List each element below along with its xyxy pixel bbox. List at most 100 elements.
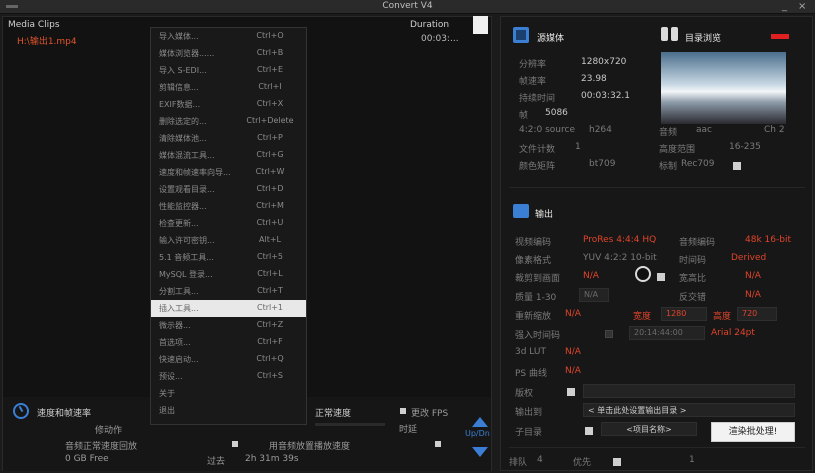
menu-item-label: 媒体浏览器...... <box>159 49 215 58</box>
color-matrix-value: bt709 <box>589 159 616 169</box>
quality-field[interactable]: N/A <box>579 288 609 302</box>
menu-item[interactable]: 分割工具... Ctrl+T <box>151 283 306 300</box>
menu-item[interactable]: 5.1 音频工具... Ctrl+5 <box>151 249 306 266</box>
menu-item-label: 分割工具... <box>159 287 199 296</box>
menu-item[interactable]: 首选项... Ctrl+F <box>151 334 306 351</box>
close-preview-button[interactable] <box>771 34 789 39</box>
crop-checkbox[interactable] <box>657 273 665 281</box>
tc-in-field[interactable]: 20:14:44:00 <box>629 326 705 340</box>
copyright-field[interactable] <box>583 384 795 398</box>
audio-normal-speed-checkbox[interactable] <box>232 441 238 447</box>
audio-codec: aac <box>696 125 712 135</box>
vcodec-label: 视频编码 <box>515 238 552 248</box>
menu-item[interactable]: 检查更新... Ctrl+U <box>151 215 306 232</box>
up-down-control[interactable]: Up/Dn <box>465 417 491 457</box>
menu-item[interactable]: 设置观看目录... Ctrl+D <box>151 181 306 198</box>
subdir-checkbox[interactable] <box>585 427 593 435</box>
output-to-label: 输出到 <box>515 408 543 418</box>
color-matrix-label: 颜色矩阵 <box>519 162 556 172</box>
width-label: 宽度 <box>633 312 652 322</box>
copyright-checkbox[interactable] <box>567 388 575 396</box>
menu-item-label: 关于 <box>159 389 175 398</box>
priority-value: 1 <box>689 455 695 465</box>
free-space-label: 0 GB Free <box>65 454 109 464</box>
height-field[interactable]: 720 <box>737 307 777 321</box>
menu-item-label: 微示器... <box>159 321 191 330</box>
chroma-value: 4:2:0 source <box>519 125 575 135</box>
menu-item[interactable]: 清除媒体池... Ctrl+P <box>151 130 306 147</box>
menu-item[interactable]: 性能监控器... Ctrl+M <box>151 198 306 215</box>
audio-sync-checkbox[interactable] <box>435 441 441 447</box>
ps-curve-value[interactable]: N/A <box>565 366 581 376</box>
arrow-down-icon[interactable] <box>472 447 488 457</box>
tag-label: 标制 <box>659 162 678 172</box>
arrow-up-icon[interactable] <box>472 417 488 427</box>
menu-item-label: 预设... <box>159 372 183 381</box>
title-bar: Convert V4 _ × <box>0 0 815 14</box>
crop-knob[interactable] <box>635 266 651 282</box>
copyright-label: 版权 <box>515 389 534 399</box>
close-button[interactable]: × <box>798 1 806 12</box>
change-fps-checkbox[interactable] <box>400 408 406 414</box>
menu-item[interactable]: 输入许可密钥... Alt+L <box>151 232 306 249</box>
resolution-label: 分辨率 <box>519 60 547 70</box>
vcodec-value[interactable]: ProRes 4:4:4 HQ <box>583 235 656 245</box>
menu-item[interactable]: MySQL 登录... Ctrl+L <box>151 266 306 283</box>
menu-item[interactable]: 预设... Ctrl+S <box>151 368 306 385</box>
timecode-value[interactable]: Derived <box>731 253 766 263</box>
menu-item[interactable]: 媒体浏览器...... Ctrl+B <box>151 45 306 62</box>
menu-item[interactable]: 剪辑信息... Ctrl+I <box>151 79 306 96</box>
process-batch-button[interactable]: 渲染批处理! <box>711 422 795 442</box>
menu-item-shortcut: Ctrl+P <box>257 133 283 142</box>
menu-item[interactable]: 导入 S-EDI... Ctrl+E <box>151 62 306 79</box>
aspect-value[interactable]: N/A <box>745 271 761 281</box>
aspect-label: 宽高比 <box>679 274 707 284</box>
tag-checkbox[interactable] <box>733 162 741 170</box>
binoculars-icon[interactable] <box>661 27 679 41</box>
pixel-value[interactable]: YUV 4:2:2 10-bit <box>583 253 657 263</box>
divider <box>509 447 805 448</box>
menu-item[interactable]: EXIF数据... Ctrl+X <box>151 96 306 113</box>
menu-item[interactable]: 插入工具... Ctrl+1 <box>151 300 306 317</box>
menu-item[interactable]: 退出 <box>151 402 306 419</box>
menu-item-shortcut: Ctrl+1 <box>256 303 284 312</box>
duration-label: 持续时间 <box>519 94 556 104</box>
menu-item[interactable]: 关于 <box>151 385 306 402</box>
delay-label: 时延 <box>399 425 418 435</box>
menu-item-label: 性能监控器... <box>159 202 207 211</box>
lut-label: 3d LUT <box>515 347 546 357</box>
resolution-value: 1280x720 <box>581 57 627 67</box>
deinterlace-value[interactable]: N/A <box>745 290 761 300</box>
menu-item-shortcut: Ctrl+Z <box>256 320 284 329</box>
tc-font-value[interactable]: Arial 24pt <box>711 328 755 338</box>
rescale-value[interactable]: N/A <box>565 309 581 319</box>
tc-in-checkbox[interactable] <box>605 330 613 338</box>
action-label: 修动作 <box>95 426 123 436</box>
quality-label: 质量 1-30 <box>515 293 557 303</box>
menu-item[interactable]: 导入媒体... Ctrl+O <box>151 28 306 45</box>
menu-item-shortcut: Alt+L <box>259 235 281 244</box>
audio-sync-label: 用音频放置播放速度 <box>269 442 351 452</box>
speed-slider[interactable] <box>315 423 385 426</box>
menu-item-label: 清除媒体池... <box>159 134 207 143</box>
info-panel: 源媒体 目录浏览 分辨率 1280x720 帧速率 23.98 持续时间 00:… <box>500 16 813 471</box>
menu-item-shortcut: Ctrl+5 <box>256 252 284 261</box>
crop-value[interactable]: N/A <box>583 271 599 281</box>
menu-item[interactable]: 微示器... Ctrl+Z <box>151 317 306 334</box>
source-header: 源媒体 <box>537 34 565 44</box>
acodec-value[interactable]: 48k 16-bit <box>745 235 791 245</box>
width-field[interactable]: 1280 <box>661 307 707 321</box>
menu-item[interactable]: 删除选定的... Ctrl+Delete <box>151 113 306 130</box>
minimize-button[interactable]: _ <box>782 1 787 12</box>
lut-value[interactable]: N/A <box>565 347 581 357</box>
subdir-field[interactable]: <项目名称> <box>601 422 697 436</box>
source-codec: h264 <box>589 125 612 135</box>
menu-item[interactable]: 快速启动... Ctrl+Q <box>151 351 306 368</box>
tag-value: Rec709 <box>681 159 715 169</box>
menu-item-shortcut: Ctrl+G <box>256 150 284 159</box>
priority-checkbox[interactable] <box>613 458 621 466</box>
output-dir-field[interactable]: < 单击此处设置输出目录 > <box>583 403 795 417</box>
panel-toggle-button[interactable] <box>473 16 488 34</box>
menu-item[interactable]: 媒体混流工具... Ctrl+G <box>151 147 306 164</box>
menu-item[interactable]: 速度和帧速率向导... Ctrl+W <box>151 164 306 181</box>
